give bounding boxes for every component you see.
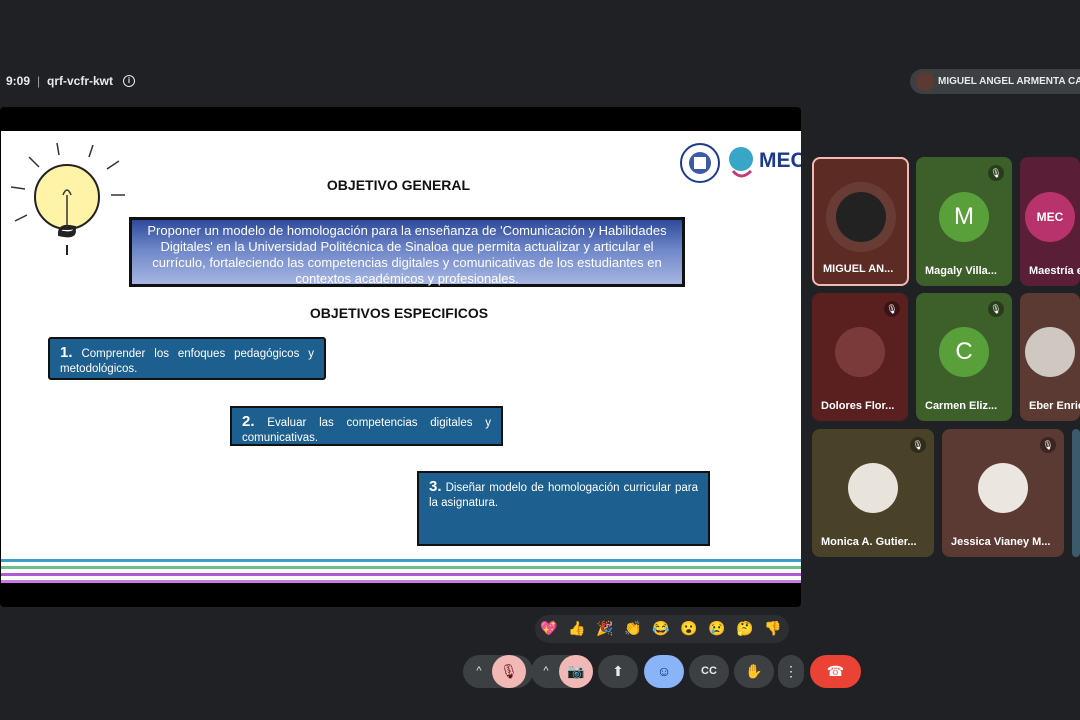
info-icon[interactable]: i <box>123 75 135 87</box>
presenter-avatar <box>916 72 935 91</box>
participant-name: MIGUEL AN... <box>823 263 894 275</box>
objective-box-1: 1. Comprender los enfoques pedagógicos y… <box>48 337 326 380</box>
participant-tile[interactable]: Eber Enric <box>1020 293 1080 421</box>
objective-text: Diseñar modelo de homologación curricula… <box>429 482 698 509</box>
reactions-bar: 💖 👍 🎉 👏 😂 😮 😢 🤔 👎 <box>535 615 789 643</box>
mic-off-icon: 🎙 <box>1040 437 1056 453</box>
participant-name: Eber Enric <box>1029 400 1080 412</box>
mec-logo-text: MEC <box>759 149 801 172</box>
emoji-button[interactable]: ☺ <box>644 655 684 688</box>
participant-tile[interactable]: 🎙 Jessica Vianey M... <box>942 429 1064 557</box>
participant-tile-partial[interactable] <box>1072 429 1080 557</box>
presentation-slide: MEC OBJETIVO GENERAL Proponer un modelo … <box>1 131 801 583</box>
mic-off-icon: 🎙 <box>988 301 1004 317</box>
stripe <box>1 559 801 562</box>
mec-logo-icon <box>729 147 753 178</box>
objective-text: Evaluar las competencias digitales y com… <box>242 417 491 444</box>
objective-text: Comprender los enfoques pedagógicos y me… <box>60 348 314 375</box>
thumbs-down-icon[interactable]: 👎 <box>764 620 781 637</box>
participant-avatar <box>848 463 898 513</box>
specific-objectives-title: OBJETIVOS ESPECIFICOS <box>309 305 489 321</box>
stripe <box>1 573 801 576</box>
participant-avatar: M <box>939 191 989 242</box>
decorative-stripes <box>1 559 801 583</box>
surprised-face-icon[interactable]: 😮 <box>680 620 697 637</box>
more-options-button[interactable]: ⋮ <box>778 655 804 688</box>
stripe <box>1 580 801 583</box>
thumbs-up-icon[interactable]: 👍 <box>568 620 585 637</box>
objective-number: 2. <box>242 413 255 430</box>
participant-avatar: MEC <box>1025 191 1075 242</box>
raise-hand-button[interactable]: ✋ <box>734 655 774 688</box>
camera-off-button[interactable]: 📷 <box>559 655 593 688</box>
thinking-face-icon[interactable]: 🤔 <box>736 620 753 637</box>
objective-box-3: 3. Diseñar modelo de homologación curric… <box>417 471 710 546</box>
presenter-name: MIGUEL ANGEL ARMENTA CAR <box>938 76 1080 87</box>
presenter-pill[interactable]: MIGUEL ANGEL ARMENTA CAR <box>910 69 1080 94</box>
present-screen-button[interactable]: ⬆ <box>598 655 638 688</box>
mic-off-icon: 🎙 <box>988 165 1004 181</box>
mic-off-button[interactable]: 🎙 <box>492 655 526 688</box>
participant-avatar <box>1025 327 1075 377</box>
party-popper-icon[interactable]: 🎉 <box>596 620 613 637</box>
participant-tile[interactable]: MIGUEL AN... <box>812 157 909 286</box>
participant-avatar: C <box>939 327 989 377</box>
separator: | <box>37 74 41 88</box>
sparkling-heart-icon[interactable]: 💖 <box>540 620 557 637</box>
objective-number: 1. <box>60 344 73 361</box>
participant-tile[interactable]: 🎙 C Carmen Eliz... <box>916 293 1012 421</box>
participant-avatar <box>978 463 1028 513</box>
objective-number: 3. <box>429 478 442 495</box>
participant-name: Maestría e <box>1029 265 1080 277</box>
presentation-stage: MEC OBJETIVO GENERAL Proponer un modelo … <box>0 107 801 607</box>
participant-tile[interactable]: MEC Maestría e <box>1020 157 1080 286</box>
participant-name: Magaly Villa... <box>925 265 997 277</box>
laughing-face-icon[interactable]: 😂 <box>652 620 669 637</box>
stripe <box>1 566 801 569</box>
participant-name: Dolores Flor... <box>821 400 895 412</box>
participant-avatar <box>835 191 886 242</box>
lightbulb-icon <box>10 142 125 255</box>
captions-button[interactable]: CC <box>689 655 729 688</box>
mic-off-icon: 🎙 <box>884 301 900 317</box>
objective-general-title: OBJETIVO GENERAL <box>326 177 471 193</box>
leave-call-button[interactable]: ☎ <box>810 655 861 688</box>
meeting-code: qrf-vcfr-kwt <box>47 74 114 88</box>
participant-avatar <box>835 327 885 377</box>
participant-tile[interactable]: 🎙 M Magaly Villa... <box>916 157 1012 286</box>
clapping-hands-icon[interactable]: 👏 <box>624 620 641 637</box>
meeting-time: 9:09 <box>6 74 31 88</box>
university-seal-icon <box>680 143 720 183</box>
participant-name: Carmen Eliz... <box>925 400 998 412</box>
mic-off-icon: 🎙 <box>910 437 926 453</box>
objective-box-2: 2. Evaluar las competencias digitales y … <box>230 406 503 446</box>
mic-options-chevron-icon[interactable]: ^ <box>467 655 491 688</box>
crying-face-icon[interactable]: 😢 <box>708 620 725 637</box>
camera-options-chevron-icon[interactable]: ^ <box>535 655 557 688</box>
participant-tile[interactable]: 🎙 Dolores Flor... <box>812 293 908 421</box>
participant-name: Monica A. Gutier... <box>821 536 917 548</box>
participant-name: Jessica Vianey M... <box>951 536 1051 548</box>
participant-tile[interactable]: 🎙 Monica A. Gutier... <box>812 429 934 557</box>
general-objective-banner: Proponer un modelo de homologación para … <box>129 217 685 287</box>
